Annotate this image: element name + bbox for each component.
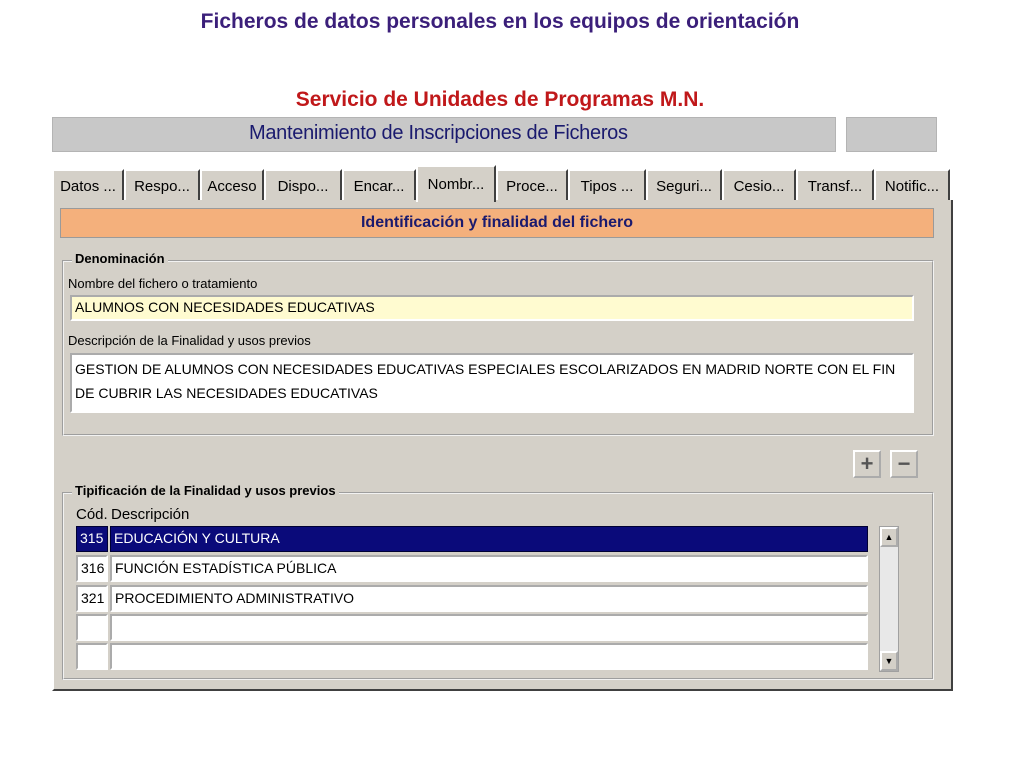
row-code-cell[interactable]: 315	[76, 526, 108, 552]
tab-encargado[interactable]: Encar...	[342, 169, 416, 201]
window-title: Mantenimiento de Inscripciones de Ficher…	[249, 122, 628, 144]
tab-seguridad[interactable]: Seguri...	[646, 169, 722, 201]
row-description-cell[interactable]: EDUCACIÓN Y CULTURA	[110, 526, 868, 552]
table-scrollbar[interactable]: ▲ ▼	[879, 526, 899, 672]
tipificacion-legend: Tipificación de la Finalidad y usos prev…	[72, 483, 339, 498]
titlebar-side-panel	[846, 117, 937, 152]
scroll-down-icon[interactable]: ▼	[880, 651, 898, 671]
row-description-cell[interactable]	[110, 614, 868, 641]
tab-procedimiento[interactable]: Proce...	[496, 169, 568, 201]
row-code-cell[interactable]	[76, 643, 108, 670]
tab-disposicion[interactable]: Dispo...	[264, 169, 342, 201]
tab-panel: Identificación y finalidad del fichero D…	[52, 200, 953, 691]
row-description-cell[interactable]	[110, 643, 868, 670]
description-label: Descripción de la Finalidad y usos previ…	[68, 333, 311, 348]
column-header-code: Cód.	[76, 506, 108, 523]
tab-transferencias[interactable]: Transf...	[796, 169, 874, 201]
row-description-cell[interactable]: FUNCIÓN ESTADÍSTICA PÚBLICA	[110, 555, 868, 582]
tab-notificacion[interactable]: Notific...	[874, 169, 950, 201]
name-label: Nombre del fichero o tratamiento	[68, 276, 258, 291]
tab-strip: Datos ... Respo... Acceso Dispo... Encar…	[52, 165, 952, 202]
scroll-up-icon[interactable]: ▲	[880, 527, 898, 547]
tab-acceso[interactable]: Acceso	[200, 169, 264, 201]
file-name-field[interactable]: ALUMNOS CON NECESIDADES EDUCATIVAS	[70, 295, 914, 321]
row-description-cell[interactable]: PROCEDIMIENTO ADMINISTRATIVO	[110, 585, 868, 612]
section-header: Identificación y finalidad del fichero	[60, 208, 934, 238]
slide-subtitle: Servicio de Unidades de Programas M.N.	[295, 88, 705, 111]
tab-tipos[interactable]: Tipos ...	[568, 169, 646, 201]
column-header-description: Descripción	[111, 506, 190, 523]
tab-responsable[interactable]: Respo...	[124, 169, 200, 201]
slide-title: Ficheros de datos personales en los equi…	[200, 10, 800, 33]
denominacion-legend: Denominación	[72, 251, 168, 266]
denominacion-group: Denominación Nombre del fichero o tratam…	[62, 251, 934, 436]
remove-button[interactable]: −	[890, 450, 918, 478]
tab-datos[interactable]: Datos ...	[52, 169, 124, 201]
description-field[interactable]: GESTION DE ALUMNOS CON NECESIDADES EDUCA…	[70, 353, 914, 413]
tab-cesiones[interactable]: Cesio...	[722, 169, 796, 201]
row-code-cell[interactable]: 321	[76, 585, 108, 612]
add-button[interactable]: +	[853, 450, 881, 478]
row-code-cell[interactable]: 316	[76, 555, 108, 582]
window-titlebar: Mantenimiento de Inscripciones de Ficher…	[52, 117, 836, 152]
tab-nombre[interactable]: Nombr...	[416, 165, 496, 202]
row-code-cell[interactable]	[76, 614, 108, 641]
